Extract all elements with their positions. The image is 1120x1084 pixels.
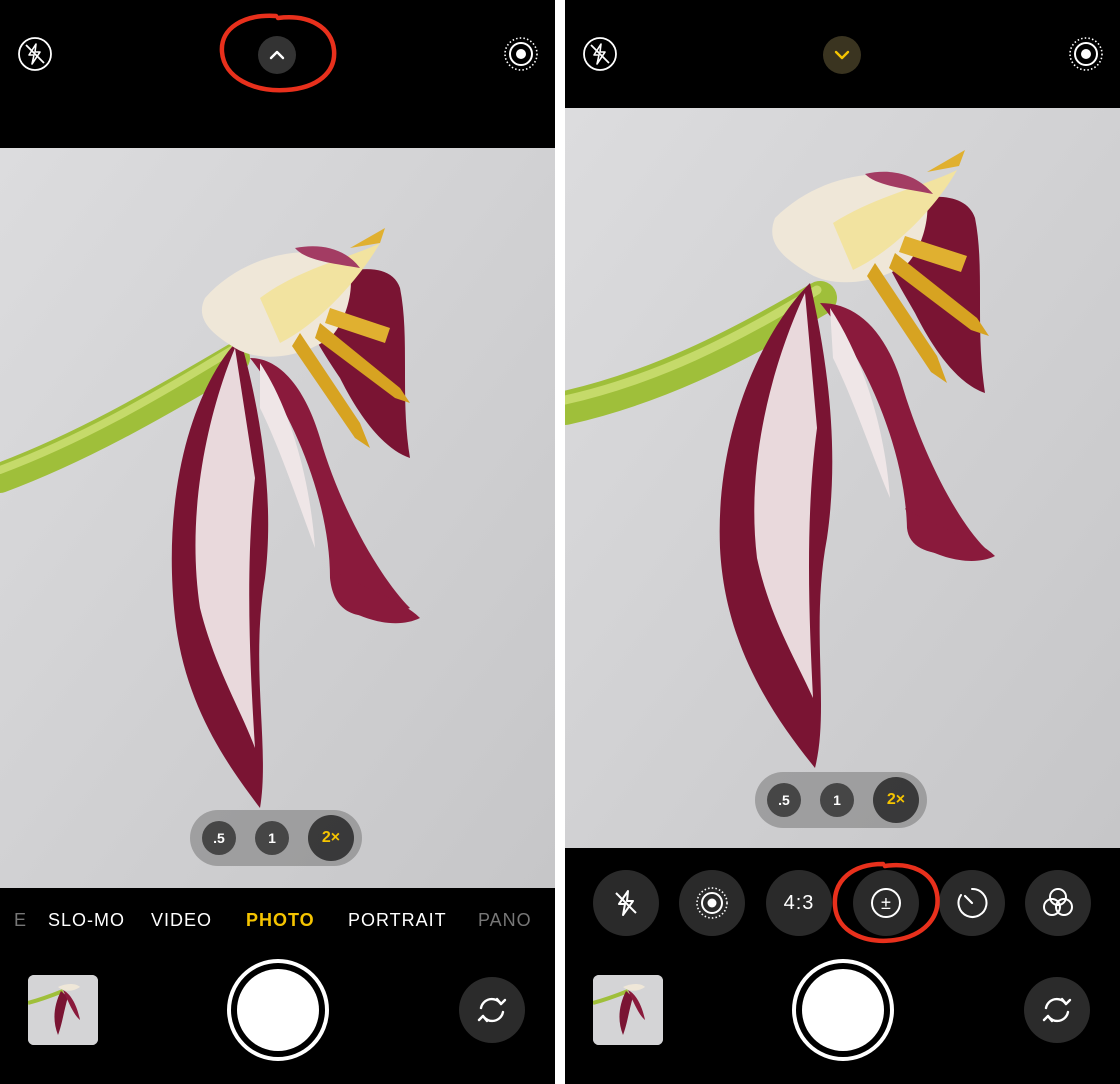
aspect-ratio-control[interactable]: 4:3 [766,870,832,936]
right-camera-screen: .5 1 2× 4:3 ± [565,0,1120,1084]
shutter-button[interactable] [792,959,894,1061]
shutter-button[interactable] [227,959,329,1061]
flash-off-icon[interactable] [17,36,53,72]
live-photo-icon[interactable] [503,36,539,72]
viewfinder[interactable]: .5 1 2× [0,148,555,888]
exposure-label: ± [881,892,891,913]
shutter-inner [802,969,884,1051]
zoom-1-button[interactable]: 1 [255,821,289,855]
filters-icon [1043,888,1073,916]
shutter-inner [237,969,319,1051]
mode-portrait[interactable]: PORTRAIT [348,910,447,931]
zoom-0-5-button[interactable]: .5 [202,821,236,855]
viewfinder[interactable]: .5 1 2× [565,108,1120,848]
filters-control[interactable] [1025,870,1091,936]
zoom-0-5-button[interactable]: .5 [767,783,801,817]
chevron-up-icon[interactable] [258,36,296,74]
mode-time-lapse[interactable]: E [14,910,27,931]
left-camera-screen: .5 1 2× E SLO-MO VIDEO PHOTO PORTRAIT PA… [0,0,555,1084]
zoom-selector: .5 1 2× [190,810,362,866]
timer-control[interactable] [939,870,1005,936]
mode-photo[interactable]: PHOTO [246,910,315,931]
mode-slo-mo[interactable]: SLO-MO [48,910,125,931]
camera-flip-icon[interactable] [459,977,525,1043]
live-photo-control[interactable] [679,870,745,936]
last-photo-thumbnail[interactable] [593,975,663,1045]
timer-icon [957,887,988,918]
flash-control[interactable] [593,870,659,936]
tulip-image [0,148,555,888]
mode-video[interactable]: VIDEO [151,910,212,931]
aspect-ratio-label: 4:3 [783,891,815,914]
mode-selector: E SLO-MO VIDEO PHOTO PORTRAIT PANO [0,910,555,940]
chevron-down-icon[interactable] [823,36,861,74]
flash-off-icon [615,890,637,916]
zoom-1-button[interactable]: 1 [820,783,854,817]
mode-pano[interactable]: PANO [478,910,532,931]
zoom-2-button[interactable]: 2× [308,815,354,861]
zoom-selector: .5 1 2× [755,772,927,828]
camera-flip-icon[interactable] [1024,977,1090,1043]
exposure-control[interactable]: ± [853,870,919,936]
tulip-image [565,108,1120,848]
zoom-2-button[interactable]: 2× [873,777,919,823]
live-photo-icon [696,887,728,919]
last-photo-thumbnail[interactable] [28,975,98,1045]
flash-off-icon[interactable] [582,36,618,72]
live-photo-icon[interactable] [1068,36,1104,72]
